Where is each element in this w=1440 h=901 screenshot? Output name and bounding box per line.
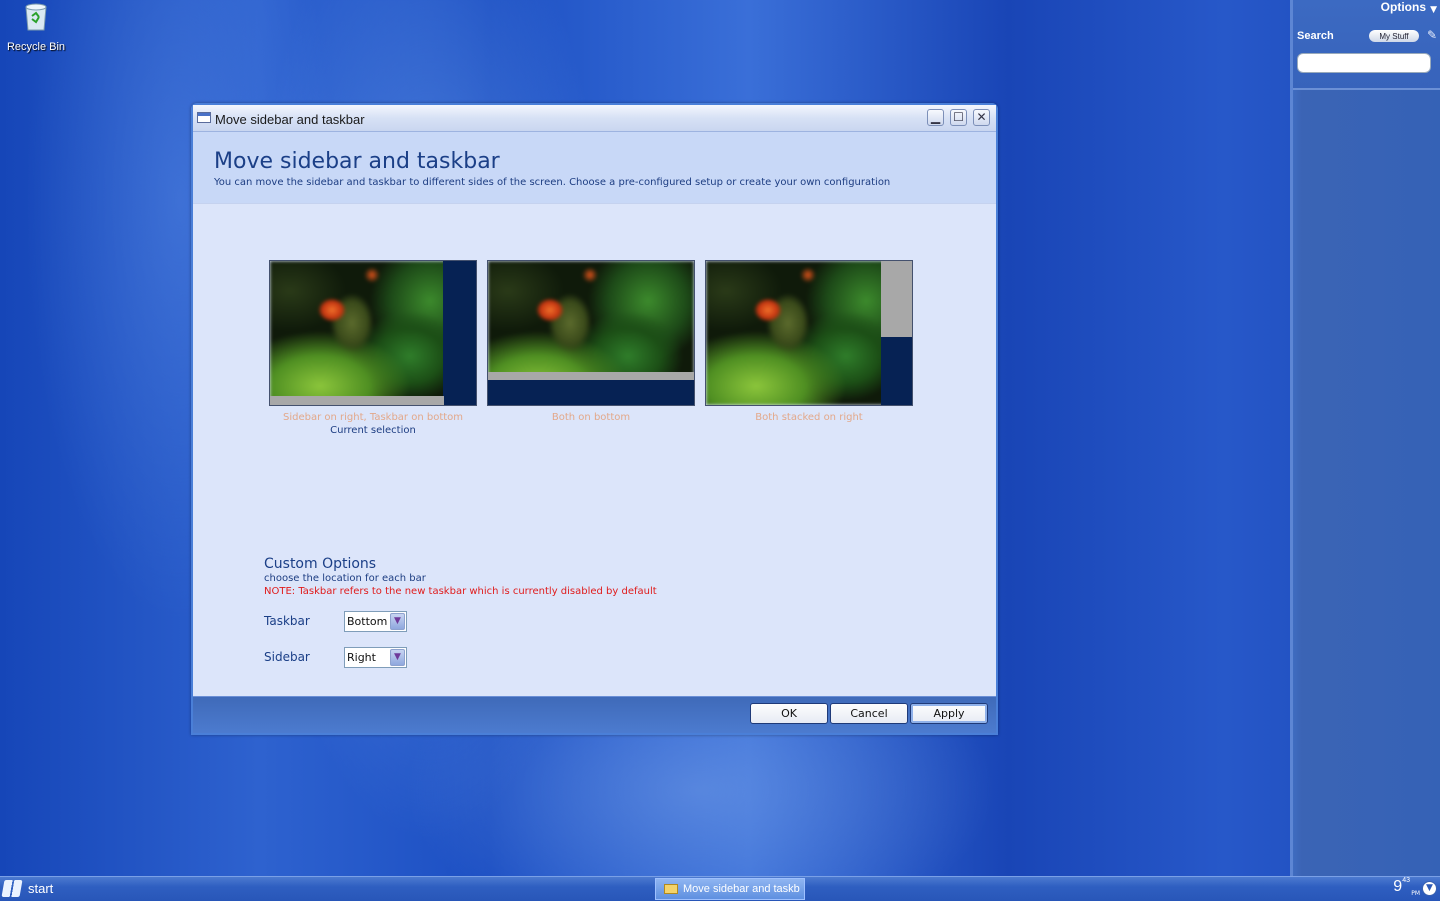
custom-options-subtitle: choose the location for each bar <box>264 573 426 584</box>
my-stuff-button[interactable]: My Stuff <box>1369 30 1419 42</box>
ok-button[interactable]: OK <box>750 703 828 724</box>
taskbar-option-label: Taskbar <box>264 614 310 628</box>
recycle-bin-desktop-icon[interactable]: Recycle Bin <box>4 2 68 53</box>
custom-options-note: NOTE: Taskbar refers to the new taskbar … <box>264 586 657 597</box>
custom-options-section: Custom Options choose the location for e… <box>264 556 657 597</box>
preview-sidebar-bar <box>488 380 694 405</box>
preset-thumbnail[interactable] <box>269 260 477 406</box>
preset-caption: Sidebar on right, Taskbar on bottom <box>282 412 464 423</box>
sidebar-location-select[interactable]: Right ▼ <box>344 647 407 668</box>
cancel-button[interactable]: Cancel <box>830 703 908 724</box>
start-button[interactable]: start <box>0 877 70 901</box>
preview-taskbar-bar <box>270 396 444 405</box>
apply-button[interactable]: Apply <box>910 703 988 724</box>
preview-sidebar-bar <box>881 337 912 405</box>
chevron-down-icon[interactable]: ▼ <box>390 613 405 630</box>
clock-ampm: PM <box>1411 890 1420 897</box>
preview-taskbar-bar <box>488 372 694 380</box>
current-selection-label: Current selection <box>330 425 416 436</box>
clock-minutes: 43 <box>1402 876 1410 884</box>
chevron-down-icon[interactable]: ▼ <box>1430 5 1437 15</box>
maximize-button[interactable]: ☐ <box>950 109 967 126</box>
taskbar: start Move sidebar and taskb 943 PM ▼ <box>0 876 1440 901</box>
window-title: Move sidebar and taskbar <box>215 112 365 127</box>
custom-options-title: Custom Options <box>264 556 377 572</box>
sidebar-location-value: Right <box>347 651 376 664</box>
start-label: start <box>28 881 54 896</box>
taskbar-window-title: Move sidebar and taskb <box>683 883 800 895</box>
tray-expand-icon[interactable]: ▼ <box>1422 881 1437 896</box>
preview-sidebar-bar <box>443 261 476 405</box>
page-subtitle: You can move the sidebar and taskbar to … <box>214 177 891 188</box>
sidebar-header: Options ▼ Search My Stuff ✎ <box>1293 0 1440 90</box>
close-button[interactable]: ✕ <box>973 109 990 126</box>
title-bar[interactable]: Move sidebar and taskbar ▁ ☐ ✕ <box>193 105 996 132</box>
dialog-body: Sidebar on right, Taskbar on bottom Curr… <box>193 204 996 699</box>
preview-taskbar-bar <box>881 261 912 337</box>
preset-sidebar-right-taskbar-bottom[interactable]: Sidebar on right, Taskbar on bottom Curr… <box>269 260 477 436</box>
window-icon <box>197 112 211 123</box>
dialog-header: Move sidebar and taskbar You can move th… <box>193 132 996 204</box>
sidebar-options-button[interactable]: Options <box>1381 0 1426 14</box>
page-title: Move sidebar and taskbar <box>214 149 500 174</box>
taskbar-location-select[interactable]: Bottom ▼ <box>344 611 407 632</box>
folder-icon <box>664 884 678 894</box>
taskbar-location-value: Bottom <box>347 615 388 628</box>
taskbar-window-button[interactable]: Move sidebar and taskb <box>655 878 805 900</box>
sidebar: Options ▼ Search My Stuff ✎ <box>1290 0 1440 876</box>
recycle-bin-label: Recycle Bin <box>6 41 66 53</box>
preset-both-bottom[interactable]: Both on bottom <box>487 260 695 423</box>
preset-thumbnail[interactable] <box>705 260 913 406</box>
preset-caption: Both on bottom <box>551 412 631 423</box>
pin-icon[interactable]: ✎ <box>1427 28 1437 42</box>
chevron-down-icon[interactable]: ▼ <box>390 649 405 666</box>
preset-caption: Both stacked on right <box>755 412 863 423</box>
sidebar-option-label: Sidebar <box>264 650 310 664</box>
dialog-footer: OK Cancel Apply <box>193 696 996 733</box>
sidebar-search-input[interactable] <box>1297 53 1431 73</box>
clock[interactable]: 943 <box>1393 876 1410 896</box>
preset-both-stacked-right[interactable]: Both stacked on right <box>705 260 913 423</box>
recycle-bin-icon <box>22 2 50 32</box>
sidebar-search-label: Search <box>1297 30 1334 42</box>
clock-hour: 9 <box>1393 878 1403 895</box>
preset-thumbnail[interactable] <box>487 260 695 406</box>
minimize-button[interactable]: ▁ <box>927 109 944 126</box>
move-sidebar-dialog: Move sidebar and taskbar ▁ ☐ ✕ Move side… <box>191 103 998 735</box>
windows-logo-icon <box>1 880 23 897</box>
